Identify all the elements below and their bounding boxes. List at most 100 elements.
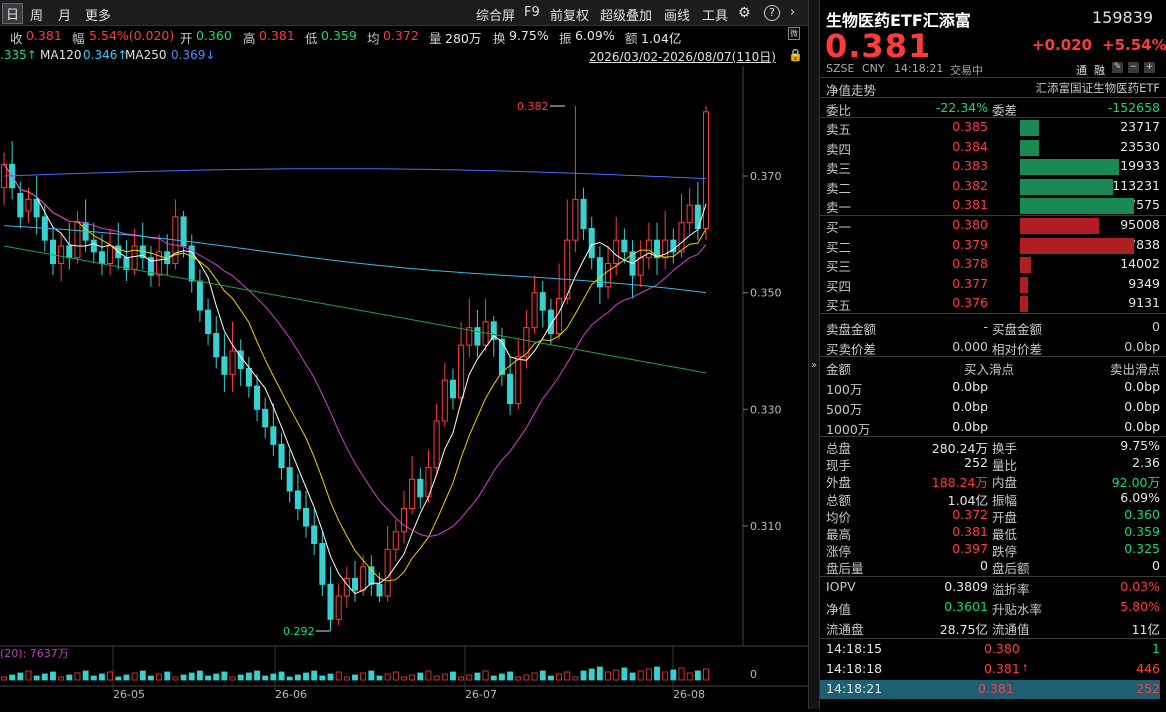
settings-icon[interactable]: ⚙ <box>738 5 751 21</box>
candle-body <box>400 508 408 533</box>
volume-bar <box>123 674 130 681</box>
period-toolbar: 日 周 月 更多 综合屏 F9 前复权 超级叠加 画线 工具 ⚙ ? › <box>0 0 808 26</box>
level-volume: 9349 <box>1128 275 1160 291</box>
stat-value: 0.359 <box>1124 524 1160 539</box>
market-code: SZSE <box>826 62 855 75</box>
tools-button[interactable]: 工具 <box>702 5 728 24</box>
volume-bar <box>523 674 530 681</box>
slip-amount: 100万 <box>826 382 863 397</box>
lock-icon[interactable]: 🔒 <box>788 48 803 62</box>
stats-row: 盘后量 0 盘后额 0 <box>826 557 1160 576</box>
volume-bar <box>482 670 489 681</box>
candle-body <box>531 292 538 329</box>
stat-label: 盘后额 <box>992 561 1030 577</box>
volume-bar <box>180 674 187 681</box>
candle-body <box>523 327 530 358</box>
tab-more[interactable]: 更多 <box>85 5 111 24</box>
tab-week[interactable]: 周 <box>30 5 43 24</box>
stat-value: 0.372 <box>952 506 988 522</box>
tick-row: 14:18:15 0.380 1 <box>826 640 1160 659</box>
level-volume: 119933 <box>1112 158 1160 173</box>
weibi-value: -22.34% <box>935 100 988 115</box>
amplitude-value: 6.09% <box>575 28 615 43</box>
stats-row: 现手 252 量比 2.36 <box>826 454 1160 473</box>
sell-volume-bar <box>1020 139 1040 156</box>
tick-price: 0.380 <box>984 641 1020 656</box>
volume-bar <box>82 670 89 681</box>
kline-svg[interactable]: 0.370 0.350 0.330 0.310 26-05 26-06 26-07 26-08… <box>0 66 808 709</box>
level-volume: 113231 <box>1112 177 1160 193</box>
candle-body <box>311 525 318 544</box>
x-tick-label: 26-08 <box>673 688 705 701</box>
currency: CNY <box>862 62 885 75</box>
close-value: 0.381 <box>26 28 62 43</box>
candle-body <box>229 350 236 375</box>
f9-button[interactable]: F9 <box>524 5 540 20</box>
volume-bar <box>74 672 81 681</box>
candle-body <box>286 467 293 492</box>
stats-row: 最高 0.381 最低 0.359 <box>826 523 1160 542</box>
overlay-button[interactable]: 超级叠加 <box>600 5 652 24</box>
volume-bar <box>654 666 660 681</box>
candle-body <box>17 193 24 218</box>
candle-body <box>319 543 326 585</box>
rel-spread-value: 0.0bp <box>1124 339 1160 354</box>
level-label: 买一 <box>826 220 852 235</box>
iopv-value: 11亿 <box>1131 622 1160 637</box>
ma-short-value: .335↑ <box>0 48 37 62</box>
draw-line-button[interactable]: 画线 <box>664 5 690 24</box>
volume-bar <box>254 670 260 681</box>
candle-body <box>25 198 32 212</box>
avg-value: 0.372 <box>383 28 419 43</box>
nav-trend-row[interactable]: 净值走势 汇添富国证生物医药ETF <box>826 79 1160 98</box>
candle-body <box>515 356 522 405</box>
volume-label: 量 <box>429 31 442 46</box>
sell-amount-label: 卖盘金额 <box>826 322 877 337</box>
security-code: 159839 <box>1092 8 1154 27</box>
volume-value: 280万 <box>445 31 482 46</box>
iopv-value: 0.03% <box>1120 579 1160 594</box>
candle-body <box>392 531 399 550</box>
composite-screen-button[interactable]: 综合屏 <box>476 5 515 24</box>
level-price: 0.381 <box>952 197 988 212</box>
help-icon[interactable]: ? <box>764 5 780 21</box>
adjust-button[interactable]: 前复权 <box>550 5 589 24</box>
volume-bar <box>637 670 644 681</box>
ma250-value: 0.369↓ <box>171 48 216 62</box>
candle-body <box>254 385 261 410</box>
candle-body <box>131 245 138 270</box>
tick-arrow-icon: 🠕 <box>1023 663 1028 674</box>
x-tick-label: 26-05 <box>113 688 145 701</box>
plus-icon[interactable]: + <box>1144 62 1155 73</box>
date-range[interactable]: 2026/03/02-2026/08/07(110日) <box>589 48 776 65</box>
kline-chart[interactable]: 0.370 0.350 0.330 0.310 26-05 26-06 26-07 26-08… <box>0 66 808 709</box>
volume-bar <box>278 671 285 681</box>
candle-body <box>588 228 595 259</box>
candle-body <box>74 222 81 259</box>
minus-icon[interactable]: − <box>1128 62 1139 73</box>
volume-bar <box>662 671 669 681</box>
collapse-arrow-icon[interactable]: » <box>811 360 817 371</box>
edit-icon[interactable]: ✎ <box>1112 62 1123 73</box>
wechat-icon[interactable]: 微 <box>788 27 800 40</box>
candle-body <box>605 263 612 288</box>
high-label: 高 <box>243 31 256 46</box>
level-price: 0.379 <box>952 236 988 252</box>
slippage-row: 1000万 0.0bp 0.0bp <box>826 418 1160 437</box>
candle-body <box>596 257 603 288</box>
level-volume: 95008 <box>1120 217 1160 232</box>
ma20-line <box>3 164 707 538</box>
tab-month[interactable]: 月 <box>58 5 71 24</box>
turnover-value: 9.75% <box>509 28 549 43</box>
volume-label: (20): 7637万 <box>0 647 69 660</box>
tab-day[interactable]: 日 <box>2 3 24 24</box>
candle-body <box>433 420 440 469</box>
buy-volume-bar <box>1020 276 1028 293</box>
panel-divider[interactable]: » <box>808 0 820 709</box>
candle-body <box>66 245 73 259</box>
change-value: 5.54%(0.020) <box>89 28 175 43</box>
candle-body <box>613 239 620 265</box>
candle-body <box>637 257 644 276</box>
sell-amount-value: - <box>983 319 988 334</box>
chevron-right-icon[interactable]: › <box>790 5 795 20</box>
